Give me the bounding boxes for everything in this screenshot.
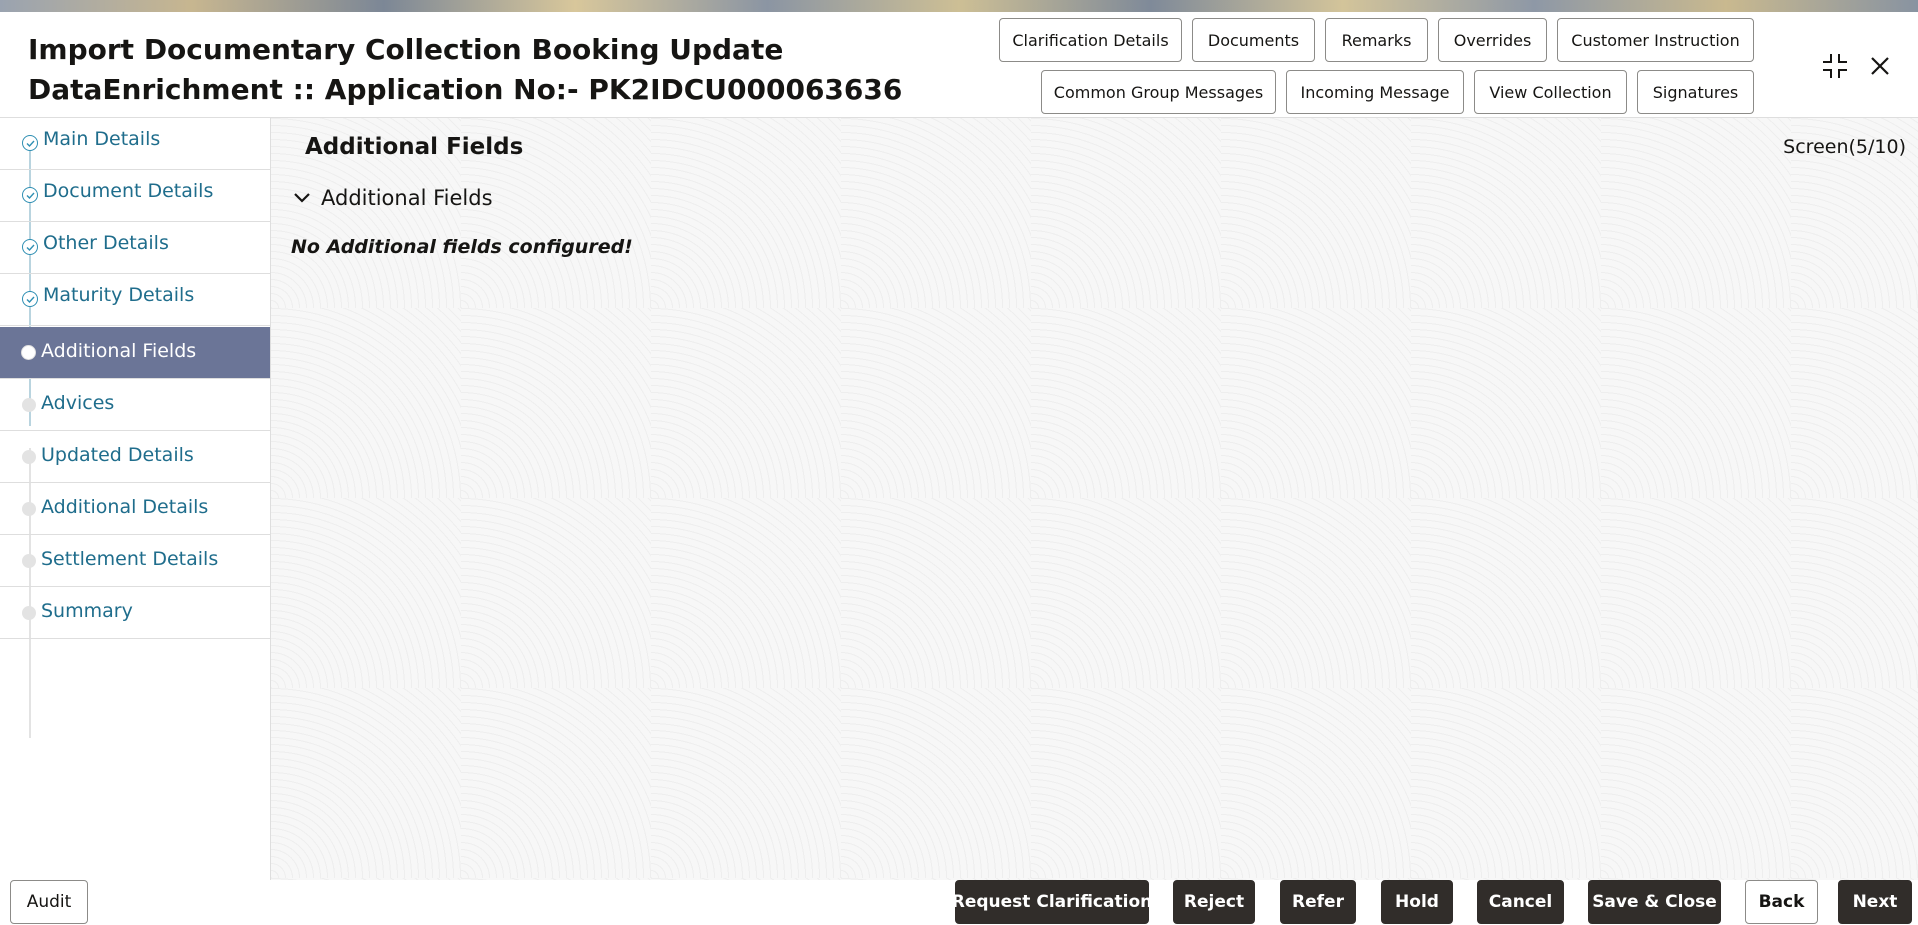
pending-step-icon (22, 606, 36, 620)
check-circle-icon (22, 187, 38, 203)
incoming-message-button[interactable]: Incoming Message (1286, 70, 1464, 114)
sidebar-item-additional-details[interactable]: Additional Details (0, 483, 270, 535)
sidebar-item-label: Other Details (43, 232, 169, 254)
sidebar-item-label: Main Details (43, 128, 161, 150)
signatures-button[interactable]: Signatures (1637, 70, 1754, 114)
check-circle-icon (22, 135, 38, 151)
pending-step-icon (22, 502, 36, 516)
audit-button[interactable]: Audit (10, 880, 88, 924)
request-clarification-button[interactable]: Request Clarification (952, 880, 1152, 924)
pending-step-icon (22, 450, 36, 464)
pending-step-icon (22, 554, 36, 568)
clarification-details-button[interactable]: Clarification Details (999, 18, 1182, 62)
sidebar-item-document-details[interactable]: Document Details (0, 170, 270, 222)
back-button[interactable]: Back (1745, 880, 1818, 924)
sidebar-item-settlement-details[interactable]: Settlement Details (0, 535, 270, 587)
sidebar-item-label: Maturity Details (43, 284, 195, 306)
empty-state-message: No Additional fields configured! (291, 236, 633, 258)
refer-button[interactable]: Refer (1280, 880, 1356, 924)
sidebar-item-label: Settlement Details (41, 548, 219, 570)
sidebar-item-label: Additional Details (41, 496, 209, 518)
sidebar-item-updated-details[interactable]: Updated Details (0, 431, 270, 483)
page-title: Import Documentary Collection Booking Up… (28, 30, 902, 110)
action-footer: Audit Request Clarification Reject Refer… (0, 880, 1918, 925)
remarks-button[interactable]: Remarks (1325, 18, 1428, 62)
sidebar-item-other-details[interactable]: Other Details (0, 222, 270, 274)
collapse-icon[interactable] (1819, 50, 1851, 82)
sidebar-item-additional-fields[interactable]: Additional Fields (0, 327, 270, 379)
sidebar-item-label: Additional Fields (41, 340, 197, 362)
save-close-button[interactable]: Save & Close (1588, 880, 1721, 924)
page-title-line2: DataEnrichment :: Application No:- PK2ID… (28, 73, 903, 106)
check-circle-icon (22, 239, 38, 255)
close-icon[interactable] (1864, 50, 1896, 82)
view-collection-button[interactable]: View Collection (1474, 70, 1627, 114)
sidebar-item-label: Advices (41, 392, 115, 414)
common-group-messages-button[interactable]: Common Group Messages (1041, 70, 1276, 114)
overrides-button[interactable]: Overrides (1438, 18, 1547, 62)
current-step-icon (21, 345, 36, 360)
documents-button[interactable]: Documents (1192, 18, 1315, 62)
page-header: Import Documentary Collection Booking Up… (0, 12, 1918, 118)
chevron-down-icon (293, 189, 311, 208)
sidebar-item-maturity-details[interactable]: Maturity Details (0, 274, 270, 326)
page-title-line1: Import Documentary Collection Booking Up… (28, 33, 784, 66)
reject-button[interactable]: Reject (1173, 880, 1255, 924)
sidebar-item-advices[interactable]: Advices (0, 379, 270, 431)
sidebar-item-label: Updated Details (41, 444, 194, 466)
main-content-area: Additional Fields Screen(5/10) Additiona… (271, 118, 1918, 880)
section-title: Additional Fields (305, 134, 524, 160)
check-circle-icon (22, 291, 38, 307)
next-button[interactable]: Next (1838, 880, 1912, 924)
sidebar-item-summary[interactable]: Summary (0, 587, 270, 639)
pending-step-icon (22, 398, 36, 412)
panel-title: Additional Fields (321, 186, 493, 210)
sidebar-item-main-details[interactable]: Main Details (0, 118, 270, 170)
hold-button[interactable]: Hold (1381, 880, 1453, 924)
additional-fields-panel-toggle[interactable]: Additional Fields (293, 186, 493, 210)
cancel-button[interactable]: Cancel (1477, 880, 1564, 924)
screen-counter: Screen(5/10) (1783, 136, 1906, 158)
top-banner-strip (0, 0, 1918, 12)
sidebar-item-label: Document Details (43, 180, 214, 202)
step-navigation-sidebar: Main Details Document Details Other Deta… (0, 118, 271, 880)
customer-instruction-button[interactable]: Customer Instruction (1557, 18, 1754, 62)
sidebar-item-label: Summary (41, 600, 133, 622)
